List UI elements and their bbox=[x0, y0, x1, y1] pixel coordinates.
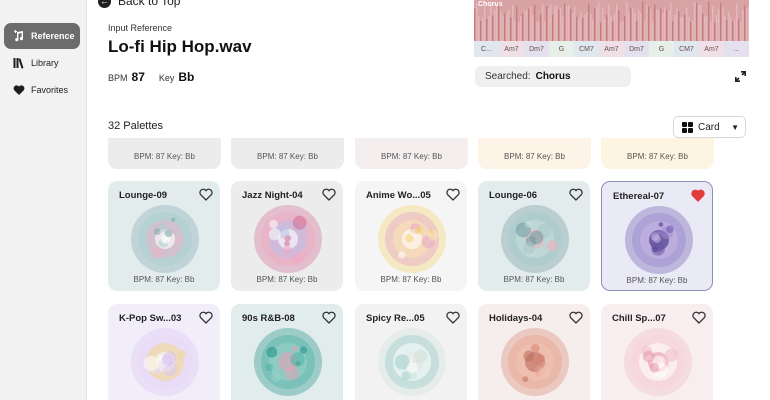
bpm-value: 87 bbox=[131, 70, 145, 84]
waveform-panel[interactable]: Chorus C... Am7 Dm7 G CM7 Am7 Dm7 G CM7 Am7... bbox=[474, 0, 749, 57]
chord-label: Am7 bbox=[499, 41, 524, 57]
expand-icon[interactable] bbox=[735, 71, 746, 82]
palette-card[interactable]: K-Pop Sw...03 bbox=[108, 304, 220, 400]
file-title: Lo-fi Hip Hop.wav bbox=[108, 37, 252, 56]
sidebar-item-label: Favorites bbox=[31, 85, 69, 95]
sidebar-item-library[interactable]: Library bbox=[4, 50, 80, 76]
palette-title: Spicy Re...05 bbox=[366, 313, 425, 324]
palette-title: Holidays-04 bbox=[489, 313, 543, 324]
music-note-plus-icon bbox=[11, 28, 27, 44]
palette-card[interactable]: Chill Sp...07 bbox=[601, 304, 713, 400]
palette-card[interactable]: Anime Wo...05 BPM: 87 Key: Bb bbox=[355, 181, 467, 291]
palette-title: Ethereal-07 bbox=[613, 191, 665, 202]
palette-card[interactable]: Jazz Night-04 BPM: 87 Key: Bb bbox=[231, 181, 343, 291]
palette-card-partial[interactable]: BPM: 87 Key: Bb bbox=[231, 138, 344, 169]
palette-title: K-Pop Sw...03 bbox=[119, 313, 182, 324]
heart-outline-icon[interactable] bbox=[322, 188, 336, 201]
key-value: Bb bbox=[178, 70, 195, 84]
searched-prefix: Searched: bbox=[485, 71, 531, 82]
chord-label: G bbox=[549, 41, 574, 57]
view-mode-value: Card bbox=[698, 121, 720, 133]
sidebar: Reference Library Favorites bbox=[0, 0, 87, 400]
chord-label: CM7 bbox=[574, 41, 599, 57]
chord-label: Dm7 bbox=[524, 41, 549, 57]
heart-outline-icon[interactable] bbox=[569, 311, 583, 324]
chord-row: C... Am7 Dm7 G CM7 Am7 Dm7 G CM7 Am7... bbox=[474, 41, 749, 57]
chord-label: Dm7 bbox=[624, 41, 649, 57]
palette-bpm-key: BPM: 87 Key: Bb bbox=[626, 276, 688, 285]
palette-bpm-key: BPM: 87 Key: Bb bbox=[256, 275, 318, 284]
heart-icon bbox=[11, 82, 27, 98]
grid-view-icon bbox=[682, 121, 693, 133]
heart-filled-icon[interactable] bbox=[691, 189, 705, 202]
sidebar-item-reference[interactable]: Reference bbox=[4, 23, 80, 49]
chord-label: C... bbox=[474, 41, 499, 57]
palette-artwork bbox=[254, 205, 322, 273]
palette-artwork bbox=[254, 328, 322, 396]
palette-bpm-key: BPM: 87 Key: Bb bbox=[133, 275, 195, 284]
palette-card[interactable]: 90s R&B-08 bbox=[231, 304, 343, 400]
heart-outline-icon[interactable] bbox=[322, 311, 336, 324]
palette-artwork bbox=[131, 328, 199, 396]
chord-label: ... bbox=[724, 41, 749, 57]
sidebar-item-label: Library bbox=[31, 58, 59, 68]
palette-artwork bbox=[501, 328, 569, 396]
chord-label: Am7 bbox=[699, 41, 724, 57]
palette-card-partial[interactable]: BPM: 87 Key: Bb bbox=[601, 138, 714, 169]
sidebar-item-label: Reference bbox=[31, 31, 75, 41]
palette-bpm-key: BPM: 87 Key: Bb bbox=[380, 275, 442, 284]
key-label: Key bbox=[158, 73, 175, 83]
arrow-left-icon: ← bbox=[98, 0, 111, 8]
bpm-label: BPM bbox=[108, 73, 128, 83]
palette-title: Anime Wo...05 bbox=[366, 190, 431, 201]
palette-card[interactable]: Lounge-06 BPM: 87 Key: Bb bbox=[478, 181, 590, 291]
palette-title: Chill Sp...07 bbox=[612, 313, 666, 324]
palette-artwork bbox=[378, 205, 446, 273]
palette-title: Lounge-06 bbox=[489, 190, 538, 201]
waveform-section-label: Chorus bbox=[478, 1, 503, 8]
searched-section: Searched: Chorus bbox=[475, 66, 631, 87]
palette-card-partial[interactable]: BPM: 87 Key: Bb bbox=[108, 138, 221, 169]
palette-card[interactable]: Ethereal-07 BPM: 87 Key: Bb bbox=[601, 181, 713, 291]
library-icon bbox=[11, 55, 27, 71]
heart-outline-icon[interactable] bbox=[569, 188, 583, 201]
heart-outline-icon[interactable] bbox=[199, 311, 213, 324]
app-window: Reference Library Favorites ← Back to To… bbox=[0, 0, 770, 400]
palette-artwork bbox=[625, 206, 693, 274]
heart-outline-icon[interactable] bbox=[446, 311, 460, 324]
heart-outline-icon[interactable] bbox=[692, 311, 706, 324]
back-to-top-link[interactable]: ← Back to Top bbox=[98, 0, 180, 8]
track-meta: BPM 87 Key Bb bbox=[108, 70, 208, 84]
heart-outline-icon[interactable] bbox=[446, 188, 460, 201]
palette-count: 32 Palettes bbox=[108, 120, 164, 132]
palette-card[interactable]: Lounge-09 BPM: 87 Key: Bb bbox=[108, 181, 220, 291]
palette-card-partial[interactable]: BPM: 87 Key: Bb bbox=[355, 138, 468, 169]
chord-label: CM7 bbox=[674, 41, 699, 57]
heart-outline-icon[interactable] bbox=[199, 188, 213, 201]
palette-title: Jazz Night-04 bbox=[242, 190, 303, 201]
view-mode-select[interactable]: Card ▼ bbox=[673, 116, 746, 138]
input-reference-caption: Input Reference bbox=[108, 23, 173, 33]
palette-card[interactable]: Holidays-04 bbox=[478, 304, 590, 400]
sidebar-item-favorites[interactable]: Favorites bbox=[4, 77, 80, 103]
chord-label: G bbox=[649, 41, 674, 57]
searched-value: Chorus bbox=[535, 71, 571, 82]
back-label: Back to Top bbox=[118, 0, 181, 8]
palette-title: 90s R&B-08 bbox=[242, 313, 295, 324]
waveform bbox=[474, 1, 749, 41]
palette-title: Lounge-09 bbox=[119, 190, 168, 201]
caret-down-icon: ▼ bbox=[731, 123, 739, 132]
palette-artwork bbox=[131, 205, 199, 273]
palette-artwork bbox=[501, 205, 569, 273]
palette-card-partial[interactable]: BPM: 87 Key: Bb bbox=[478, 138, 591, 169]
palette-artwork bbox=[378, 328, 446, 396]
palette-bpm-key: BPM: 87 Key: Bb bbox=[503, 275, 565, 284]
chord-label: Am7 bbox=[599, 41, 624, 57]
palette-artwork bbox=[624, 328, 692, 396]
palette-card[interactable]: Spicy Re...05 bbox=[355, 304, 467, 400]
